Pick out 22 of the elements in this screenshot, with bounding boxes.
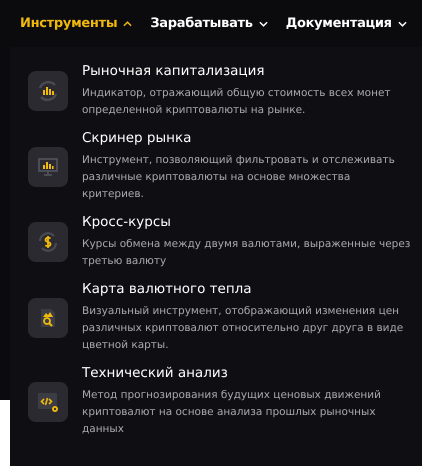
menu-item-title[interactable]: Карта валютного тепла bbox=[82, 281, 412, 298]
menu-item-title[interactable]: Кросс-курсы bbox=[82, 214, 412, 231]
image-search-icon[interactable] bbox=[28, 298, 68, 338]
menu-item-title[interactable]: Рыночная капитализация bbox=[82, 63, 412, 80]
menu-item-title[interactable]: Технический анализ bbox=[82, 365, 412, 382]
menu-item-description: Индикатор, отражающий общую стоимость всех монет определенной криптовалюты на рынке. bbox=[82, 86, 392, 118]
chevron-down-icon bbox=[258, 20, 268, 26]
chevron-down-icon bbox=[398, 20, 407, 26]
dollar-exchange-icon[interactable] bbox=[28, 222, 68, 262]
nav-link[interactable]: Зарабатывать bbox=[150, 16, 268, 31]
input-fragment bbox=[0, 400, 10, 466]
code-window-icon[interactable] bbox=[28, 382, 68, 422]
nav-link[interactable]: Документация bbox=[286, 16, 407, 31]
chevron-up-icon bbox=[123, 20, 132, 26]
monitor-chart-icon[interactable] bbox=[28, 146, 68, 186]
menu-item-description: Визуальный инструмент, отображающий изменения цен различных криптовалют относительно друг друга в виде цветной карты. bbox=[82, 304, 404, 353]
nav-link[interactable]: Инструменты bbox=[20, 16, 132, 31]
bar-chart-icon[interactable] bbox=[28, 71, 68, 111]
menu-item-title[interactable]: Скринер рынка bbox=[82, 130, 412, 147]
menu-item-description: Инструмент, позволяющий фильтровать и отслеживать различные криптовалюты на основе множества критериев. bbox=[82, 153, 396, 202]
menu-item-description: Курсы обмена между двумя валютами, выраженные через третью валюту bbox=[82, 237, 412, 269]
menu-item-description: Метод прогнозирования будущих ценовых движений криптовалют на основе анализа прошлых рыночных данных bbox=[82, 388, 382, 437]
